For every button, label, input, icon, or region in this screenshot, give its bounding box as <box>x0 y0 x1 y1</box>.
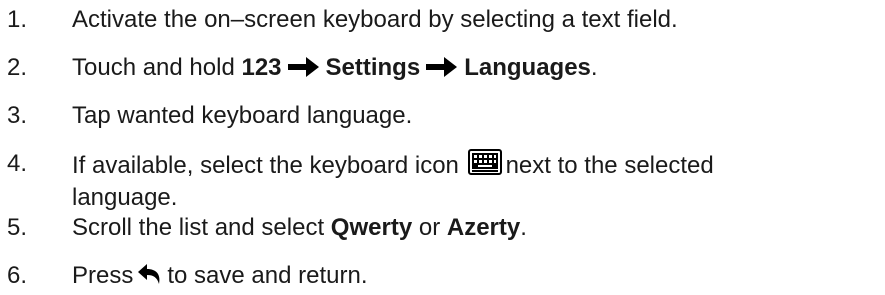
step-number: 4. <box>7 150 28 177</box>
step-number: 6. <box>7 262 28 289</box>
right-arrow-icon <box>426 56 458 86</box>
option-qwerty: Qwerty <box>330 214 413 241</box>
step-text: If available, select the keyboard icon n… <box>72 149 872 213</box>
step-number: 3. <box>7 102 28 129</box>
step-number: 2. <box>7 54 28 81</box>
step-text-prefix: Scroll the list and select <box>72 214 331 241</box>
step-number: 1. <box>7 6 28 33</box>
path-item-123: 123 <box>241 54 282 81</box>
path-item-languages: Languages <box>464 54 591 81</box>
step-number: 5. <box>7 214 28 241</box>
step-text: Scroll the list and select Qwerty or Aze… <box>72 213 872 243</box>
step-text-middle: or <box>412 214 447 241</box>
step-text: Press to save and return. <box>72 261 872 293</box>
keyboard-icon <box>467 149 502 183</box>
step-text-prefix: Press <box>72 262 134 289</box>
step-text-suffix: to save and return. <box>167 262 368 289</box>
step-text: Touch and hold 123 Settings Languages. <box>72 53 872 86</box>
step-text-suffix: . <box>590 54 598 81</box>
step-text: Tap wanted keyboard language. <box>72 102 413 129</box>
step-text-suffix: . <box>520 214 527 241</box>
back-arrow-icon <box>137 263 163 293</box>
step-text-line1-after: next to the selected <box>505 152 714 179</box>
right-arrow-icon <box>287 56 320 86</box>
step-text-prefix: Touch and hold <box>72 54 242 81</box>
step-text: Activate the on–screen keyboard by selec… <box>72 6 678 33</box>
path-item-settings: Settings <box>325 54 421 81</box>
step-text-line1-before: If available, select the keyboard icon <box>72 152 459 179</box>
option-azerty: Azerty <box>446 214 521 241</box>
step-text-line2: language. <box>72 184 178 211</box>
